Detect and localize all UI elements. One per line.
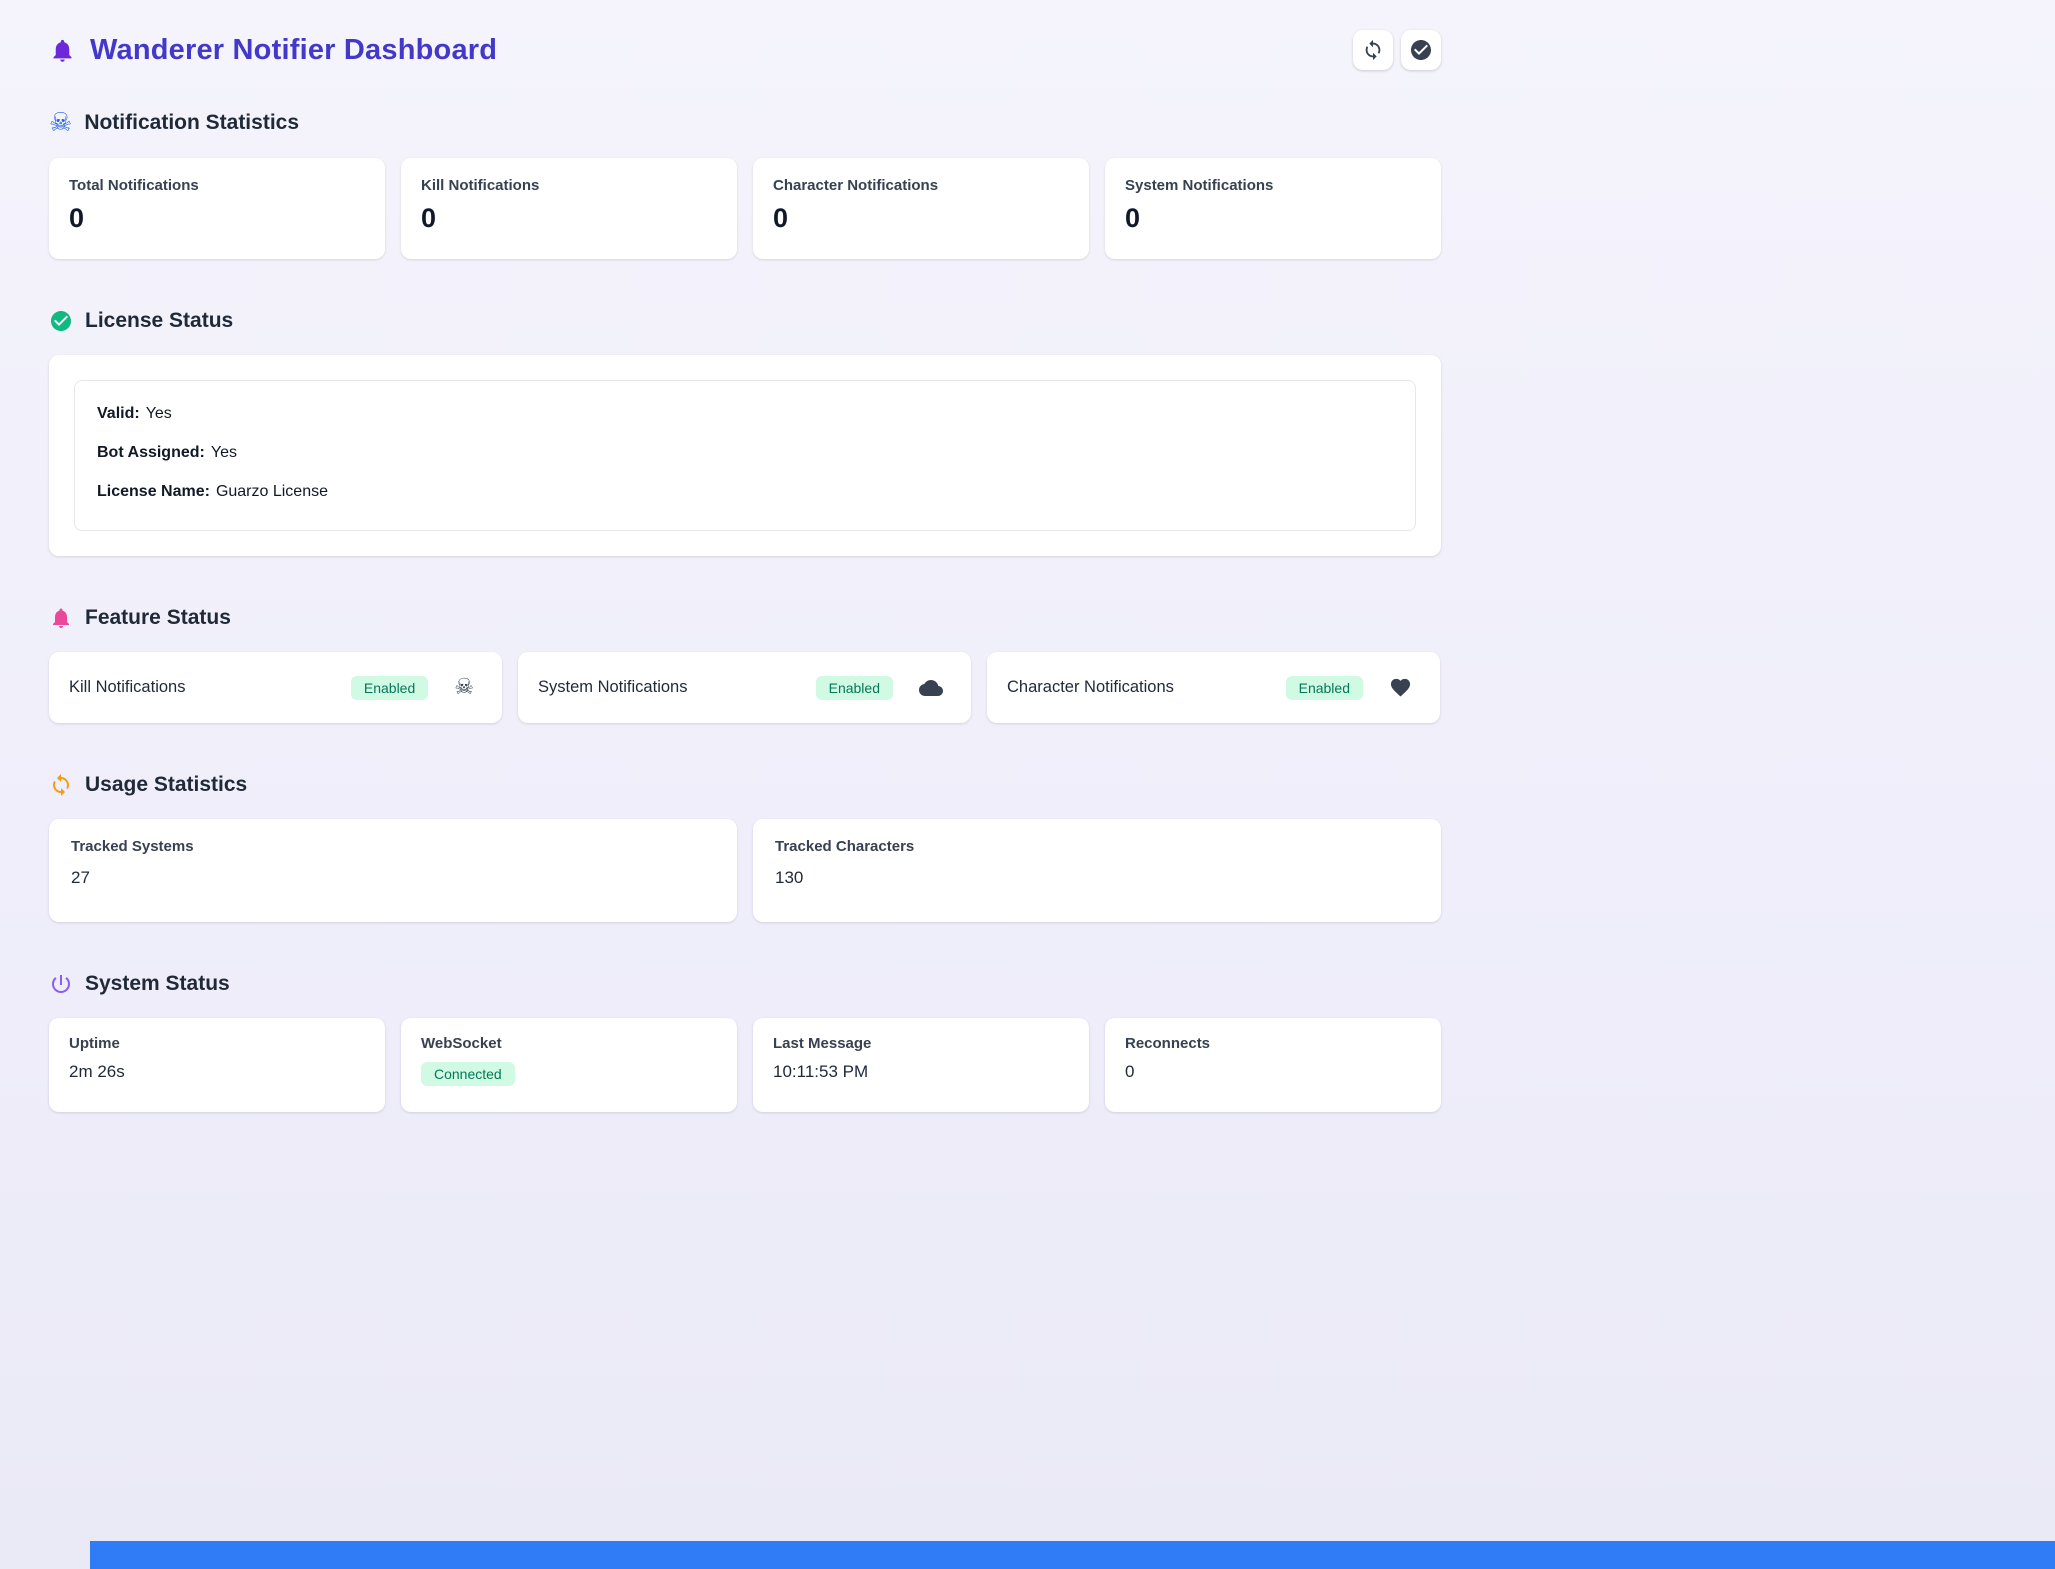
header: Wanderer Notifier Dashboard — [49, 30, 1441, 70]
feature-cards: Kill Notifications Enabled ☠ System Noti… — [49, 652, 1441, 723]
stat-card-character-notifications: Character Notifications 0 — [753, 158, 1089, 259]
system-card-last-message: Last Message 10:11:53 PM — [753, 1018, 1089, 1112]
stat-value: 0 — [773, 203, 1069, 234]
license-status-section: License Status Valid: Yes Bot Assigned: Ye… — [49, 309, 1441, 556]
system-label: WebSocket — [421, 1035, 717, 1052]
stat-value: 0 — [421, 203, 717, 234]
refresh-button[interactable] — [1353, 30, 1393, 70]
license-details-box: Valid: Yes Bot Assigned: Yes License Name:… — [74, 380, 1416, 531]
check-circle-icon — [1409, 38, 1433, 62]
license-field-label: Bot Assigned: — [97, 444, 205, 461]
stat-card-system-notifications: System Notifications 0 — [1105, 158, 1441, 259]
system-label: Last Message — [773, 1035, 1069, 1052]
cloud-icon — [919, 676, 943, 700]
sync-amber-icon — [49, 773, 73, 797]
feature-card-character-notifications: Character Notifications Enabled — [987, 652, 1440, 723]
status-check-button[interactable] — [1401, 30, 1441, 70]
status-badge: Enabled — [1286, 676, 1363, 700]
license-valid-row: Valid: Yes — [97, 405, 1393, 423]
stat-label: Character Notifications — [773, 177, 1069, 194]
system-status-section: System Status Uptime 2m 26s WebSocket Co… — [49, 972, 1441, 1112]
feature-status-section: Feature Status Kill Notifications Enable… — [49, 606, 1441, 723]
stat-label: Total Notifications — [69, 177, 365, 194]
usage-label: Tracked Characters — [775, 838, 1419, 855]
notification-statistics-section: ☠ Notification Statistics Total Notifica… — [49, 110, 1441, 259]
system-label: Uptime — [69, 1035, 365, 1052]
system-value: 2m 26s — [69, 1062, 365, 1082]
stat-label: System Notifications — [1125, 177, 1421, 194]
websocket-status-badge: Connected — [421, 1062, 515, 1086]
system-value: 0 — [1125, 1062, 1421, 1082]
system-value: 10:11:53 PM — [773, 1062, 1069, 1082]
feature-label: System Notifications — [538, 678, 816, 697]
heart-icon — [1389, 676, 1412, 699]
bell-pink-icon — [49, 606, 73, 630]
usage-card-tracked-systems: Tracked Systems 27 — [49, 819, 737, 922]
status-badge: Enabled — [351, 676, 428, 700]
license-field-label: License Name: — [97, 483, 210, 500]
section-title: Notification Statistics — [84, 111, 299, 135]
section-heading: Usage Statistics — [49, 773, 1441, 797]
stat-card-total-notifications: Total Notifications 0 — [49, 158, 385, 259]
bell-icon — [49, 37, 76, 64]
system-status-cards: Uptime 2m 26s WebSocket Connected Last M… — [49, 1018, 1441, 1112]
license-bot-assigned-row: Bot Assigned: Yes — [97, 444, 1393, 462]
feature-card-kill-notifications: Kill Notifications Enabled ☠ — [49, 652, 502, 723]
check-circle-green-icon — [49, 309, 73, 333]
usage-label: Tracked Systems — [71, 838, 715, 855]
notification-stat-cards: Total Notifications 0 Kill Notifications… — [49, 158, 1441, 259]
section-title: Usage Statistics — [85, 773, 247, 797]
usage-statistics-section: Usage Statistics Tracked Systems 27 Trac… — [49, 773, 1441, 922]
skull-icon: ☠ — [454, 677, 474, 699]
header-actions — [1353, 30, 1441, 70]
stat-value: 0 — [69, 203, 365, 234]
usage-card-tracked-characters: Tracked Characters 130 — [753, 819, 1441, 922]
stat-label: Kill Notifications — [421, 177, 717, 194]
license-field-value: Guarzo License — [216, 483, 328, 500]
feature-card-system-notifications: System Notifications Enabled — [518, 652, 971, 723]
section-title: Feature Status — [85, 606, 231, 630]
section-title: License Status — [85, 309, 233, 333]
header-title-group: Wanderer Notifier Dashboard — [49, 34, 497, 67]
system-card-uptime: Uptime 2m 26s — [49, 1018, 385, 1112]
usage-cards: Tracked Systems 27 Tracked Characters 13… — [49, 819, 1441, 922]
section-heading: License Status — [49, 309, 1441, 333]
system-label: Reconnects — [1125, 1035, 1421, 1052]
status-badge: Enabled — [816, 676, 893, 700]
system-card-websocket: WebSocket Connected — [401, 1018, 737, 1112]
section-title: System Status — [85, 972, 230, 996]
dashboard-page: Wanderer Notifier Dashboard ☠ Notificati… — [49, 0, 1441, 1112]
license-field-value: Yes — [146, 405, 172, 422]
power-icon — [49, 972, 73, 996]
page-title: Wanderer Notifier Dashboard — [90, 34, 497, 67]
license-field-value: Yes — [211, 444, 237, 461]
license-name-row: License Name: Guarzo License — [97, 483, 1393, 501]
usage-value: 130 — [775, 868, 1419, 888]
usage-value: 27 — [71, 868, 715, 888]
license-card: Valid: Yes Bot Assigned: Yes License Name:… — [49, 355, 1441, 556]
feature-label: Kill Notifications — [69, 678, 351, 697]
section-heading: Feature Status — [49, 606, 1441, 630]
license-field-label: Valid: — [97, 405, 140, 422]
bottom-bar — [90, 1541, 2055, 1569]
system-card-reconnects: Reconnects 0 — [1105, 1018, 1441, 1112]
stat-card-kill-notifications: Kill Notifications 0 — [401, 158, 737, 259]
section-heading: System Status — [49, 972, 1441, 996]
refresh-icon — [1362, 39, 1384, 61]
feature-label: Character Notifications — [1007, 678, 1286, 697]
stat-value: 0 — [1125, 203, 1421, 234]
skull-crossbones-icon: ☠ — [49, 110, 72, 136]
section-heading: ☠ Notification Statistics — [49, 110, 1441, 136]
